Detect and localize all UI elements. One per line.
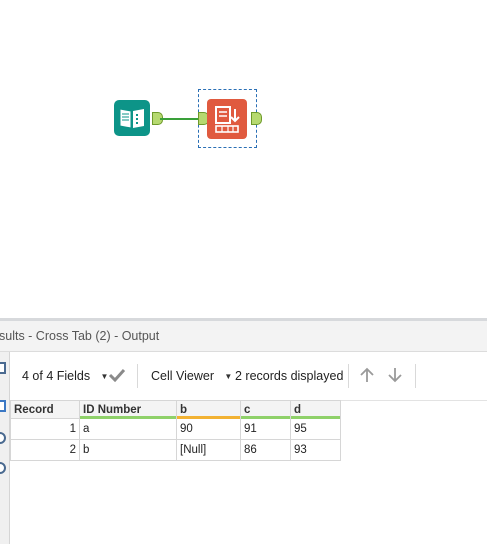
crosstab-icon [215,106,240,133]
table-row[interactable]: 1 a 90 91 95 [10,418,341,440]
record-cell[interactable]: 1 [10,418,80,440]
table-cell[interactable]: 90 [176,418,241,440]
records-count: 2 records displayed [235,369,344,383]
book-input-icon [119,108,144,129]
table-cell[interactable]: 86 [240,439,291,461]
cell-viewer-label: Cell Viewer [151,369,214,383]
column-header-id-number[interactable]: ID Number [79,400,177,419]
rail-circle-icon[interactable] [0,462,6,474]
rail-code-icon[interactable] [0,432,6,444]
arrow-up-icon[interactable] [358,366,376,384]
header-row: Record ID Number b c d [10,400,341,419]
toolbar-separator [415,364,416,388]
crosstab-output-anchor[interactable] [251,112,262,125]
table-cell[interactable]: b [79,439,177,461]
results-title: sults - Cross Tab (2) - Output [0,329,160,343]
workflow-canvas[interactable] [0,0,487,318]
connection-line[interactable] [160,118,199,120]
results-grid: Record ID Number b c d 1 a 90 91 95 2 b … [10,400,341,461]
fields-dropdown[interactable]: 4 of 4 Fields ▼ [22,369,108,383]
results-toolbar: 4 of 4 Fields ▼ Cell Viewer ▼ 2 records … [10,352,487,401]
toolbar-separator [137,364,138,388]
toolbar-separator [348,364,349,388]
table-cell[interactable]: 91 [240,418,291,440]
table-cell[interactable]: 93 [290,439,341,461]
record-cell[interactable]: 2 [10,439,80,461]
column-header-d[interactable]: d [290,400,341,419]
rail-table-icon[interactable] [0,362,6,374]
arrow-down-icon[interactable] [386,366,404,384]
cell-viewer-dropdown[interactable]: Cell Viewer ▼ [151,369,232,383]
column-header-b[interactable]: b [176,400,241,419]
results-title-bar: sults - Cross Tab (2) - Output [0,321,487,352]
fields-label: 4 of 4 Fields [22,369,91,383]
table-cell[interactable]: 95 [290,418,341,440]
table-cell[interactable]: a [79,418,177,440]
table-row[interactable]: 2 b [Null] 86 93 [10,439,341,461]
column-header-c[interactable]: c [240,400,291,419]
rail-grid-icon[interactable] [0,400,6,412]
null-cell[interactable]: [Null] [176,439,241,461]
results-pane: sults - Cross Tab (2) - Output 4 of 4 Fi… [0,318,487,544]
input-data-tool[interactable] [114,100,150,136]
crosstab-tool[interactable] [207,99,247,139]
checkmark-icon[interactable] [108,366,126,384]
column-header-record[interactable]: Record [10,400,80,419]
left-rail [0,352,10,544]
caret-down-icon: ▼ [224,372,233,381]
